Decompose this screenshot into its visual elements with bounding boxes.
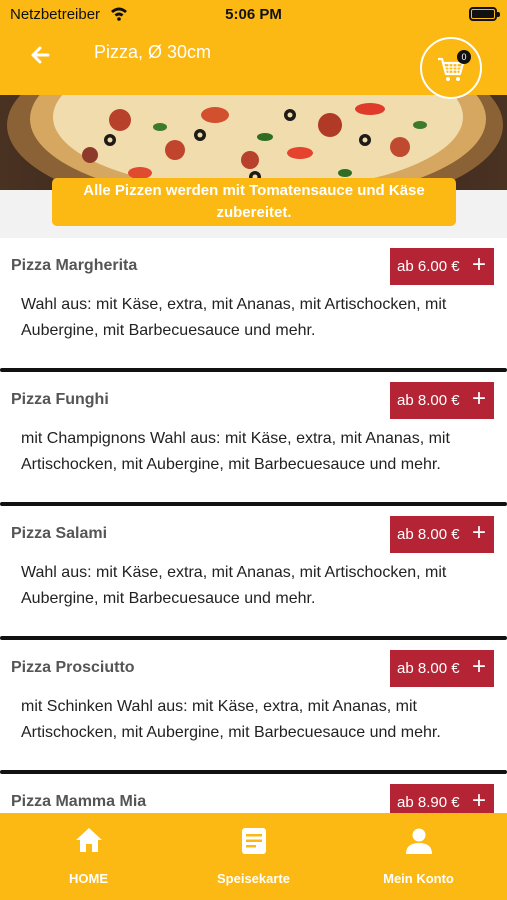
category-hero-image: [0, 95, 507, 190]
nav-home[interactable]: HOME: [4, 813, 173, 900]
plus-icon: +: [471, 653, 486, 680]
plus-icon: +: [471, 251, 486, 278]
page-title: Pizza, Ø 30cm: [94, 42, 212, 62]
add-to-cart-button[interactable]: ab 8.00 € +: [390, 382, 494, 419]
price-label: ab 8.00 €: [397, 526, 460, 543]
item-name: Pizza Salami: [11, 525, 108, 542]
list-item[interactable]: Pizza Margherita ab 6.00 € + Wahl aus: m…: [0, 238, 507, 372]
item-name: Pizza Prosciutto: [11, 659, 135, 676]
arrow-left-icon[interactable]: [26, 40, 56, 70]
nav-menu-label: Speisekarte: [217, 871, 290, 886]
item-name: Pizza Margherita: [11, 257, 138, 274]
cart-button[interactable]: 0: [420, 37, 482, 99]
nav-account-label: Mein Konto: [383, 871, 454, 886]
plus-icon: +: [471, 519, 486, 546]
item-name: Pizza Mamma Mia: [11, 793, 147, 810]
add-to-cart-button[interactable]: ab 8.00 € +: [390, 650, 494, 687]
cart-count-badge: 0: [457, 50, 471, 64]
add-to-cart-button[interactable]: ab 8.00 € +: [390, 516, 494, 553]
price-label: ab 8.90 €: [397, 794, 460, 811]
item-description: Wahl aus: mit Käse, extra, mit Ananas, m…: [21, 296, 447, 339]
user-icon: [405, 828, 432, 854]
item-description: mit Schinken Wahl aus: mit Käse, extra, …: [21, 698, 441, 741]
list-item[interactable]: Pizza Funghi ab 8.00 € + mit Champignons…: [0, 372, 507, 506]
item-description: mit Champignons Wahl aus: mit Käse, extr…: [21, 430, 450, 473]
clock: 5:06 PM: [225, 6, 282, 23]
status-bar: Netzbetreiber 5:06 PM: [0, 0, 507, 30]
home-icon: [75, 828, 102, 852]
nav-menu[interactable]: Speisekarte: [169, 813, 338, 900]
notice-banner: Alle Pizzen werden mit Tomatensauce und …: [52, 178, 456, 226]
price-label: ab 8.00 €: [397, 392, 460, 409]
add-to-cart-button[interactable]: ab 6.00 € +: [390, 248, 494, 285]
bottom-nav: HOME Speisekarte Mein Konto: [0, 813, 507, 900]
menu-card-icon: [241, 828, 266, 854]
nav-home-label: HOME: [69, 871, 108, 886]
list-item[interactable]: Pizza Salami ab 8.00 € + Wahl aus: mit K…: [0, 506, 507, 640]
menu-list: Pizza Margherita ab 6.00 € + Wahl aus: m…: [0, 238, 507, 900]
nav-account[interactable]: Mein Konto: [334, 813, 503, 900]
price-label: ab 8.00 €: [397, 660, 460, 677]
plus-icon: +: [471, 385, 486, 412]
app-header: Pizza, Ø 30cm 0: [0, 30, 507, 99]
price-label: ab 6.00 €: [397, 258, 460, 275]
item-description: Wahl aus: mit Käse, extra, mit Ananas, m…: [21, 564, 447, 607]
item-name: Pizza Funghi: [11, 391, 109, 408]
battery-icon: [469, 7, 500, 21]
list-item[interactable]: Pizza Prosciutto ab 8.00 € + mit Schinke…: [0, 640, 507, 774]
